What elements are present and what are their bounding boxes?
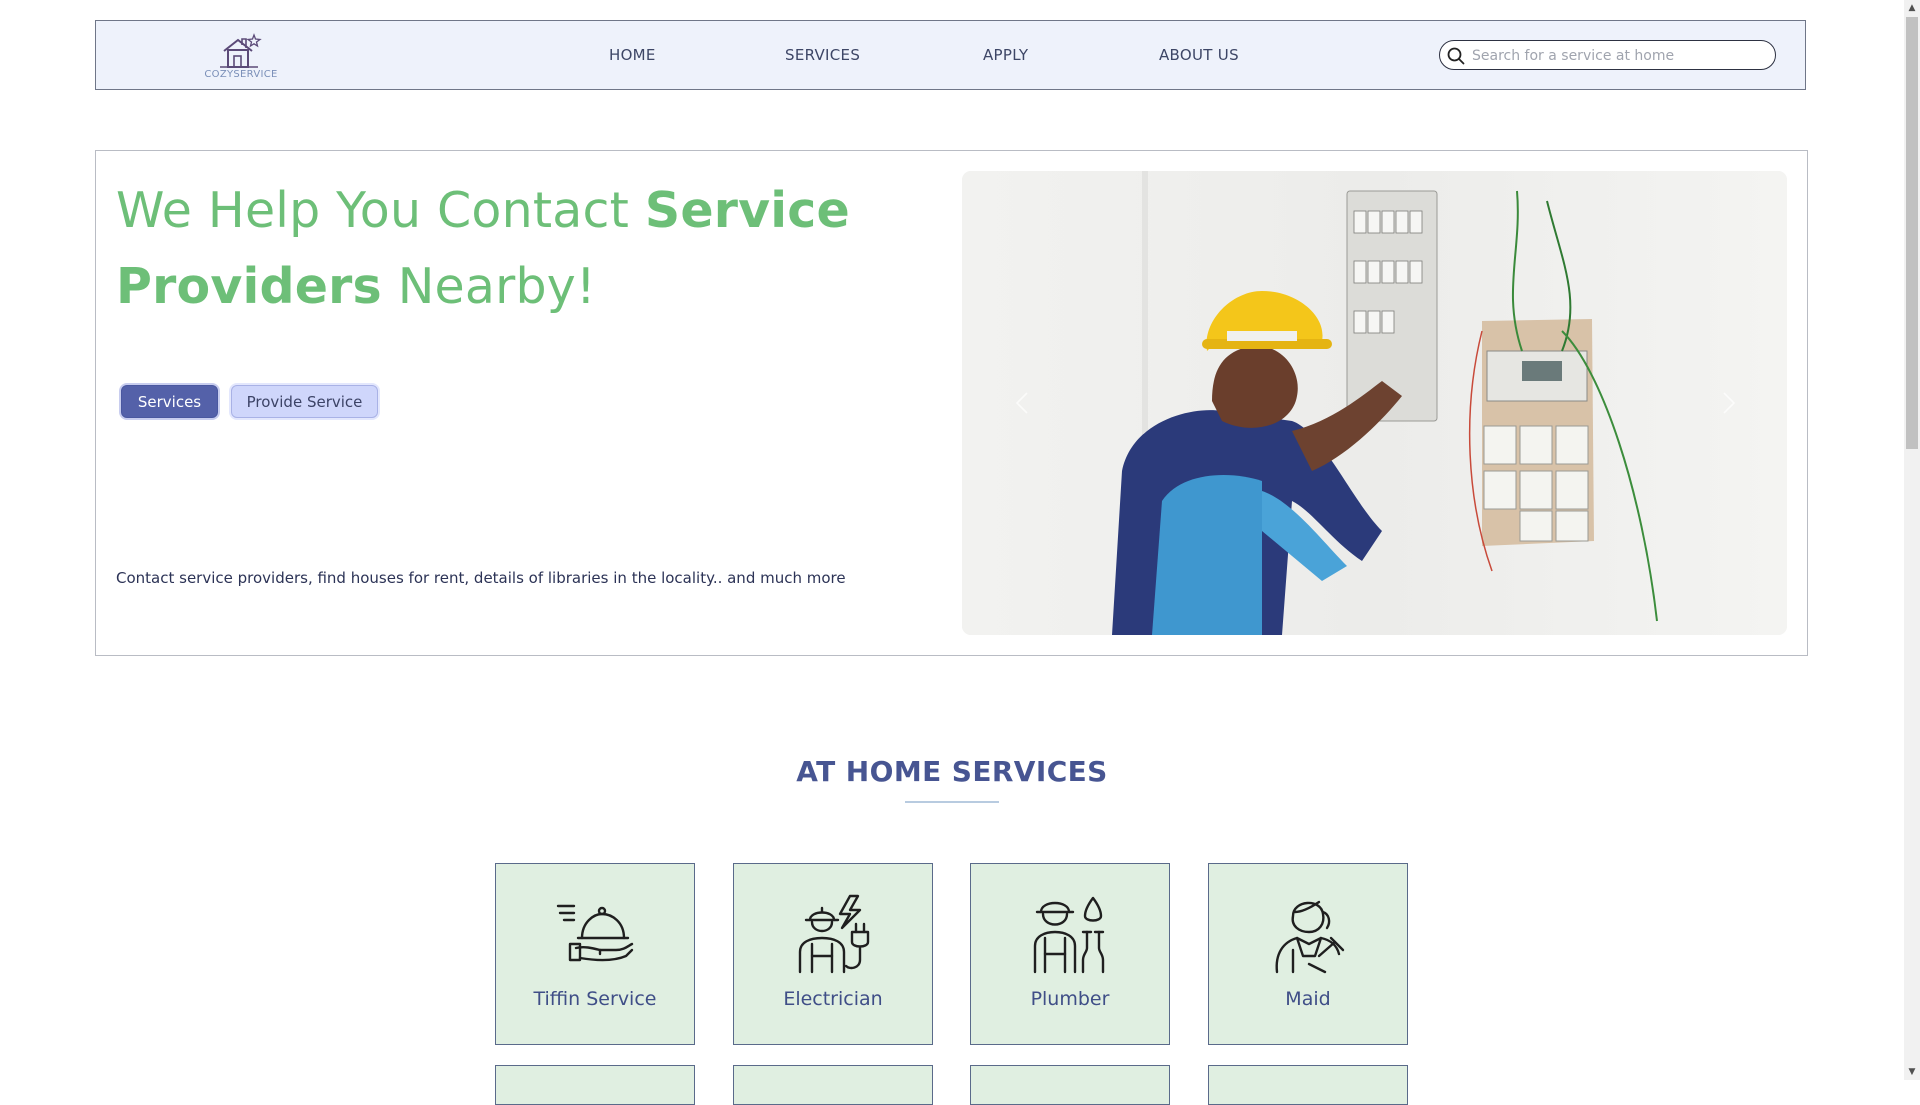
chevron-right-icon [1723, 392, 1736, 414]
hero-headline: We Help You Contact Service Providers Ne… [116, 173, 896, 325]
title-underline [905, 801, 999, 803]
service-card-maid[interactable]: Maid [1208, 863, 1408, 1045]
service-card-label: Tiffin Service [533, 988, 657, 1010]
site-logo[interactable]: COZYSERVICE [203, 31, 279, 83]
house-logo-icon [220, 33, 262, 68]
service-card-label: Maid [1285, 988, 1331, 1010]
nav-link-about-us[interactable]: ABOUT US [1159, 46, 1239, 64]
section-title: AT HOME SERVICES [796, 755, 1108, 788]
hero-description: Contact service providers, find houses f… [116, 569, 846, 587]
nav-link-services[interactable]: SERVICES [785, 46, 860, 64]
service-card-electrician[interactable]: Electrician [733, 863, 933, 1045]
electrician-icon [798, 894, 870, 974]
service-card-plumber[interactable]: Plumber [970, 863, 1170, 1045]
nav-link-home[interactable]: HOME [609, 46, 656, 64]
service-card-row2[interactable] [495, 1065, 695, 1105]
service-card-row2[interactable] [733, 1065, 933, 1105]
carousel-next-button[interactable] [1714, 383, 1744, 423]
hero-carousel [962, 171, 1787, 635]
hero-section: We Help You Contact Service Providers Ne… [95, 150, 1808, 656]
service-card-tiffin[interactable]: Tiffin Service [495, 863, 695, 1045]
plumber-icon [1033, 896, 1105, 974]
scrollbar-thumb[interactable] [1906, 17, 1918, 449]
scroll-up-arrow-icon[interactable]: ▲ [1907, 3, 1917, 13]
carousel-prev-button[interactable] [1007, 383, 1037, 423]
chevron-left-icon [1015, 392, 1028, 414]
scroll-down-arrow-icon[interactable]: ▼ [1907, 1067, 1917, 1077]
service-card-label: Electrician [783, 988, 883, 1010]
maid-icon [1275, 900, 1345, 974]
headline-text-2: Nearby! [381, 258, 596, 315]
search-icon [1447, 47, 1465, 65]
headline-text-1: We Help You Contact [116, 182, 645, 239]
provide-service-button[interactable]: Provide Service [231, 385, 378, 418]
vertical-scrollbar[interactable]: ▲ ▼ [1904, 0, 1920, 1080]
electrician-photo [962, 171, 1787, 635]
nav-link-apply[interactable]: APPLY [983, 46, 1028, 64]
logo-text: COZYSERVICE [204, 69, 278, 80]
service-card-label: Plumber [1030, 988, 1110, 1010]
tiffin-icon [556, 904, 634, 962]
search-box [1439, 40, 1776, 70]
search-input[interactable] [1470, 43, 1764, 69]
top-navbar: COZYSERVICE HOME SERVICES APPLY ABOUT US [95, 20, 1806, 90]
service-card-row2[interactable] [1208, 1065, 1408, 1105]
services-button[interactable]: Services [121, 385, 218, 418]
service-card-row2[interactable] [970, 1065, 1170, 1105]
